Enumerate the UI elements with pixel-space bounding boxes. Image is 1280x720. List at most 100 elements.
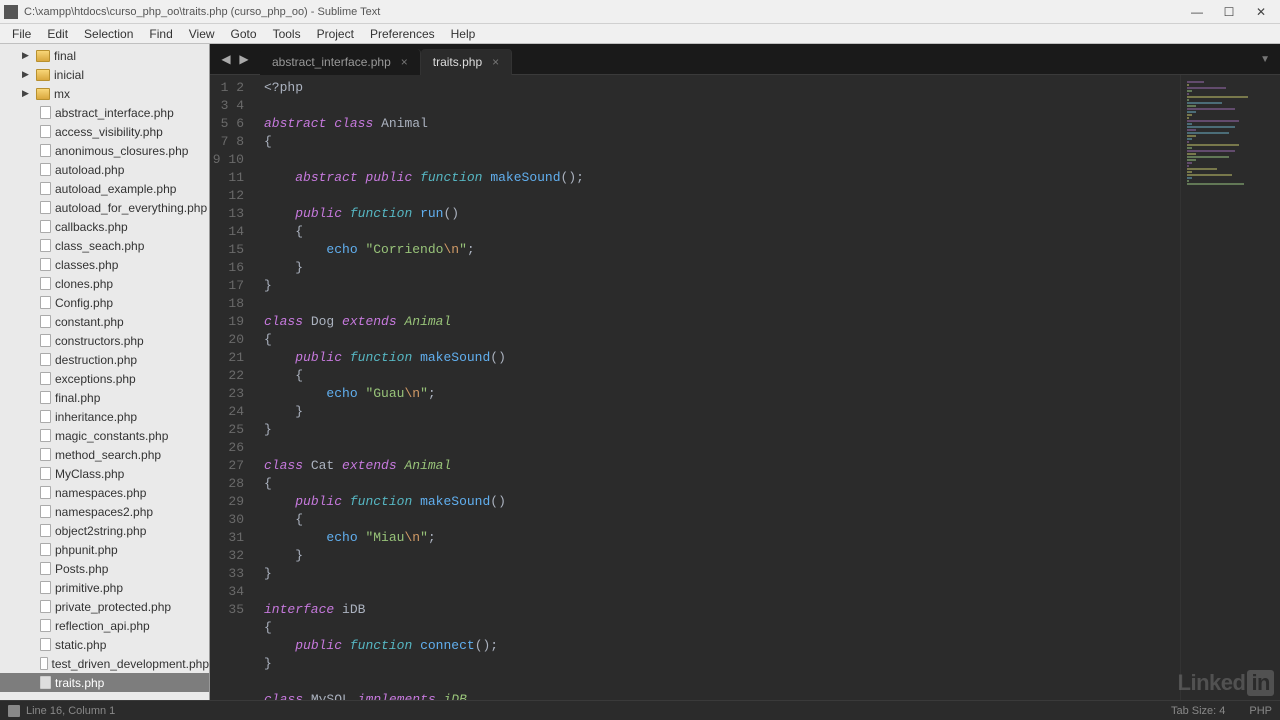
file-label: primitive.php	[55, 581, 123, 595]
file-icon	[40, 429, 51, 442]
minimap[interactable]	[1180, 75, 1280, 700]
file-label: Config.php	[55, 296, 113, 310]
file-icon	[40, 600, 51, 613]
file-item[interactable]: autoload.php	[0, 160, 209, 179]
menu-project[interactable]: Project	[309, 25, 362, 43]
folder-mx[interactable]: ▶mx	[0, 84, 209, 103]
menu-tools[interactable]: Tools	[265, 25, 309, 43]
menu-goto[interactable]: Goto	[223, 25, 265, 43]
file-item[interactable]: abstract_interface.php	[0, 103, 209, 122]
file-icon	[40, 657, 48, 670]
file-item[interactable]: object2string.php	[0, 521, 209, 540]
file-label: abstract_interface.php	[55, 106, 174, 120]
file-item[interactable]: private_protected.php	[0, 597, 209, 616]
tab-traits-php[interactable]: traits.php ×	[421, 49, 512, 75]
file-item[interactable]: constant.php	[0, 312, 209, 331]
folder-inicial[interactable]: ▶ inicial	[0, 65, 209, 84]
tab-overflow-icon[interactable]: ▼	[1260, 54, 1270, 65]
menu-selection[interactable]: Selection	[76, 25, 141, 43]
file-item[interactable]: anonimous_closures.php	[0, 141, 209, 160]
file-icon	[40, 258, 51, 271]
editor-area: ◀ ▶ abstract_interface.php × traits.php × ▼…	[210, 44, 1280, 700]
file-label: exceptions.php	[55, 372, 136, 386]
file-item[interactable]: magic_constants.php	[0, 426, 209, 445]
file-icon	[40, 581, 51, 594]
file-item[interactable]: final.php	[0, 388, 209, 407]
code-editor[interactable]: <?php abstract class Animal { abstract p…	[256, 75, 1180, 700]
file-icon	[40, 106, 51, 119]
file-label: autoload_example.php	[55, 182, 176, 196]
file-label: callbacks.php	[55, 220, 128, 234]
file-icon	[40, 505, 51, 518]
file-item[interactable]: static.php	[0, 635, 209, 654]
status-tabsize[interactable]: Tab Size: 4	[1171, 705, 1225, 717]
file-item[interactable]: inheritance.php	[0, 407, 209, 426]
file-item[interactable]: classes.php	[0, 255, 209, 274]
tab-label: traits.php	[433, 55, 482, 69]
menu-view[interactable]: View	[181, 25, 223, 43]
file-item[interactable]: exceptions.php	[0, 369, 209, 388]
chevron-right-icon: ▶	[22, 50, 34, 61]
file-item[interactable]: reflection_api.php	[0, 616, 209, 635]
file-item[interactable]: destruction.php	[0, 350, 209, 369]
menu-help[interactable]: Help	[443, 25, 484, 43]
status-position: Line 16, Column 1	[26, 705, 115, 717]
file-icon	[40, 410, 51, 423]
file-label: constant.php	[55, 315, 124, 329]
file-icon	[40, 315, 51, 328]
file-icon	[40, 391, 51, 404]
tab-close-icon[interactable]: ×	[401, 55, 408, 69]
main-area: ▶final▶inicial▶mxabstract_interface.phpa…	[0, 44, 1280, 700]
file-label: object2string.php	[55, 524, 146, 538]
file-label: constructors.php	[55, 334, 144, 348]
folder-label: final	[54, 49, 76, 63]
chevron-right-icon: ▶	[22, 69, 34, 80]
menu-file[interactable]: File	[4, 25, 39, 43]
folder-label: inicial	[54, 68, 84, 82]
status-icon[interactable]	[8, 705, 20, 717]
file-label: autoload.php	[55, 163, 124, 177]
file-item[interactable]: test_driven_development.php	[0, 654, 209, 673]
file-item[interactable]: constructors.php	[0, 331, 209, 350]
tab-nav-back-icon[interactable]: ◀	[218, 51, 234, 67]
file-item[interactable]: class_seach.php	[0, 236, 209, 255]
tab-abstract_interface-php[interactable]: abstract_interface.php ×	[260, 49, 421, 75]
status-syntax[interactable]: PHP	[1249, 705, 1272, 717]
close-button[interactable]: ✕	[1254, 5, 1268, 19]
menu-edit[interactable]: Edit	[39, 25, 76, 43]
file-item[interactable]: Posts.php	[0, 559, 209, 578]
file-item[interactable]: traits.php	[0, 673, 209, 692]
folder-icon	[36, 69, 50, 81]
tab-label: abstract_interface.php	[272, 55, 391, 69]
file-label: traits.php	[55, 676, 104, 690]
tab-nav-forward-icon[interactable]: ▶	[236, 51, 252, 67]
tab-close-icon[interactable]: ×	[492, 55, 499, 69]
file-icon	[40, 296, 51, 309]
file-icon	[40, 467, 51, 480]
file-icon	[40, 144, 51, 157]
menu-preferences[interactable]: Preferences	[362, 25, 443, 43]
folder-final[interactable]: ▶ final	[0, 46, 209, 65]
menu-find[interactable]: Find	[141, 25, 180, 43]
file-item[interactable]: clones.php	[0, 274, 209, 293]
file-item[interactable]: Config.php	[0, 293, 209, 312]
file-item[interactable]: callbacks.php	[0, 217, 209, 236]
file-item[interactable]: phpunit.php	[0, 540, 209, 559]
tab-nav-arrows: ◀ ▶	[210, 51, 260, 67]
code-container: 1 2 3 4 5 6 7 8 9 10 11 12 13 14 15 16 1…	[210, 75, 1280, 700]
file-item[interactable]: autoload_example.php	[0, 179, 209, 198]
file-item[interactable]: primitive.php	[0, 578, 209, 597]
file-label: reflection_api.php	[55, 619, 150, 633]
minimize-button[interactable]: —	[1190, 5, 1204, 19]
file-item[interactable]: MyClass.php	[0, 464, 209, 483]
file-label: classes.php	[55, 258, 118, 272]
file-icon	[40, 125, 51, 138]
file-item[interactable]: namespaces2.php	[0, 502, 209, 521]
file-item[interactable]: access_visibility.php	[0, 122, 209, 141]
file-icon	[40, 182, 51, 195]
file-item[interactable]: method_search.php	[0, 445, 209, 464]
file-item[interactable]: namespaces.php	[0, 483, 209, 502]
file-icon	[40, 277, 51, 290]
file-item[interactable]: autoload_for_everything.php	[0, 198, 209, 217]
maximize-button[interactable]: ☐	[1222, 5, 1236, 19]
